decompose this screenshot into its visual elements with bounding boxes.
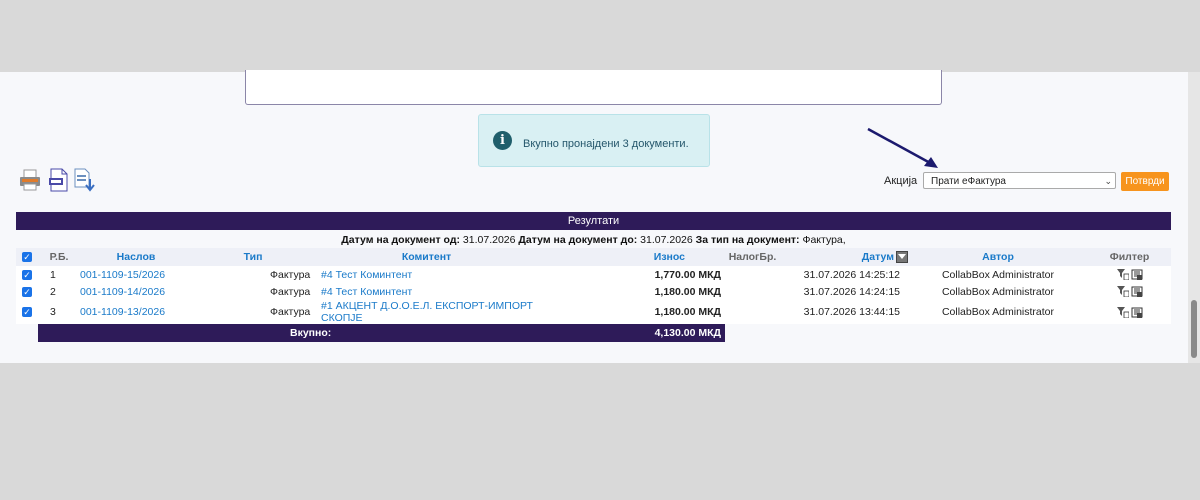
- date-from-value: 31.07.2026: [462, 234, 516, 246]
- total-amount: 4,130.00 МКД: [539, 324, 725, 342]
- filter-list-icon[interactable]: [1131, 286, 1143, 298]
- row-type: Фактура: [192, 300, 314, 324]
- row-client-link[interactable]: #4 Тест Коминтент: [314, 266, 539, 283]
- action-select-value: Прати еФактура: [931, 176, 1006, 187]
- filter-list-icon[interactable]: [1131, 269, 1143, 281]
- col-filter: Филтер: [1088, 248, 1171, 266]
- row-tax-no: [725, 283, 780, 300]
- row-type: Фактура: [192, 283, 314, 300]
- row-rb: 1: [38, 266, 80, 283]
- date-to-label: Датум на документ до:: [518, 234, 638, 246]
- total-row: Вкупно: 4,130.00 МКД: [16, 324, 1171, 342]
- col-tax-no: НалогБр.: [725, 248, 780, 266]
- filter-icon[interactable]: [1116, 306, 1129, 318]
- filter-list-icon[interactable]: [1131, 307, 1143, 318]
- col-type[interactable]: Тип: [192, 248, 314, 266]
- row-checkbox[interactable]: ✓: [16, 266, 38, 283]
- col-amount-label: Износ: [653, 251, 685, 263]
- row-title-link[interactable]: 001-1109-14/2026: [80, 283, 192, 300]
- date-from-label: Датум на документ од:: [341, 234, 460, 246]
- notes-textarea[interactable]: [245, 70, 942, 105]
- row-title-link[interactable]: 001-1109-13/2026: [80, 300, 192, 324]
- results-header: Резултати: [16, 212, 1171, 230]
- scrollbar-thumb[interactable]: [1191, 300, 1197, 358]
- col-title[interactable]: Наслов: [80, 248, 192, 266]
- confirm-button[interactable]: Потврди: [1121, 172, 1169, 191]
- action-select[interactable]: Прати еФактура ⌄: [923, 172, 1116, 189]
- row-date: 31.07.2026 13:44:15: [780, 300, 908, 324]
- page-scrollbar[interactable]: [1188, 72, 1200, 363]
- sort-desc-icon[interactable]: [896, 251, 908, 264]
- row-rb: 2: [38, 283, 80, 300]
- row-filter-actions: [1088, 266, 1171, 283]
- table-row: ✓ 2 001-1109-14/2026 Фактура #4 Тест Коминте…: [16, 283, 1171, 300]
- col-client[interactable]: Комитент: [314, 248, 539, 266]
- doc-type-label: За тип на документ:: [695, 234, 800, 246]
- filter-icon[interactable]: [1116, 286, 1129, 298]
- row-amount: 1,180.00 МКД: [539, 283, 725, 300]
- chevron-down-icon: ⌄: [1104, 176, 1112, 186]
- info-text: Вкупно пронајдени 3 документи.: [523, 138, 689, 150]
- annotation-arrow-icon: [867, 127, 938, 168]
- row-amount: 1,770.00 МКД: [539, 266, 725, 283]
- row-type: Фактура: [192, 266, 314, 283]
- total-label: Вкупно:: [38, 324, 539, 342]
- table-header-row: ✓ Р.Б. Наслов Тип Комитент Износ НалогБр…: [16, 248, 1171, 266]
- row-tax-no: [725, 300, 780, 324]
- row-client-link[interactable]: #1 АКЦЕНТ Д.О.О.Е.Л. ЕКСПОРТ-ИМПОРТ СКОП…: [314, 300, 539, 324]
- page-content: i Вкупно пронајдени 3 документи. Акција …: [0, 70, 1188, 363]
- row-rb: 3: [38, 300, 80, 324]
- filter-icon[interactable]: [1116, 269, 1129, 281]
- row-filter-actions: [1088, 283, 1171, 300]
- row-checkbox[interactable]: ✓: [16, 283, 38, 300]
- row-tax-no: [725, 266, 780, 283]
- print-icon[interactable]: [17, 167, 43, 193]
- row-checkbox[interactable]: ✓: [16, 300, 38, 324]
- row-title-link[interactable]: 001-1109-15/2026: [80, 266, 192, 283]
- export-pdf-icon[interactable]: [45, 167, 71, 193]
- row-author: CollabBox Administrator: [908, 266, 1088, 283]
- table-row: ✓ 1 001-1109-15/2026 Фактура #4 Тест Коминте…: [16, 266, 1171, 283]
- row-date: 31.07.2026 14:25:12: [780, 266, 908, 283]
- info-icon: i: [493, 131, 512, 150]
- row-client-link[interactable]: #4 Тест Коминтент: [314, 283, 539, 300]
- row-author: CollabBox Administrator: [908, 300, 1088, 324]
- date-to-value: 31.07.2026: [640, 234, 693, 246]
- col-rb: Р.Б.: [38, 248, 80, 266]
- col-date-label: Датум: [861, 250, 894, 263]
- row-filter-actions: [1088, 300, 1171, 324]
- row-author: CollabBox Administrator: [908, 283, 1088, 300]
- search-criteria: Датум на документ од: 31.07.2026 Датум н…: [16, 232, 1171, 248]
- col-amount[interactable]: Износ: [539, 248, 725, 266]
- col-author[interactable]: Автор: [908, 248, 1088, 266]
- action-label: Акција: [884, 175, 918, 187]
- results-table: ✓ Р.Б. Наслов Тип Комитент Износ НалогБр…: [16, 248, 1171, 342]
- export-download-icon[interactable]: [72, 167, 98, 193]
- col-date[interactable]: Датум: [780, 248, 908, 266]
- results-info-alert: i Вкупно пронајдени 3 документи.: [478, 114, 710, 167]
- row-amount: 1,180.00 МКД: [539, 300, 725, 324]
- select-all-checkbox[interactable]: ✓: [16, 248, 38, 266]
- row-date: 31.07.2026 14:24:15: [780, 283, 908, 300]
- table-row: ✓ 3 001-1109-13/2026 Фактура #1 АКЦЕНТ Д.О.О…: [16, 300, 1171, 324]
- doc-type-value: Фактура,: [802, 234, 846, 246]
